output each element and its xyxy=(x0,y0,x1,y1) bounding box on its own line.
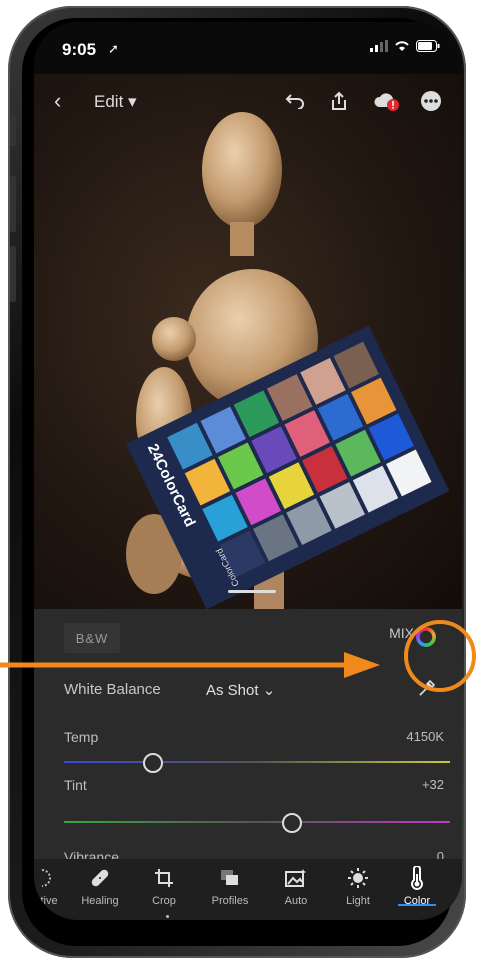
cloud-sync-warning-icon[interactable] xyxy=(374,88,400,114)
undo-icon[interactable] xyxy=(282,88,308,114)
bandage-icon xyxy=(89,863,111,893)
temp-label: Temp xyxy=(64,729,99,745)
temp-slider-track[interactable] xyxy=(64,761,450,763)
app-screen: 9:05 ➚ 24ColorCard ColorCard ‹ Edit ▾ B&… xyxy=(34,22,462,920)
photo-preview[interactable]: 24ColorCard ColorCard xyxy=(34,74,462,609)
temp-value: 4150K xyxy=(406,729,444,744)
tint-label: Tint xyxy=(64,777,87,793)
bw-button[interactable]: B&W xyxy=(64,623,120,653)
thermometer-icon xyxy=(410,863,424,893)
chevron-down-icon: ⌄ xyxy=(262,682,276,699)
tab-auto-label: Auto xyxy=(284,895,308,907)
crop-tab-dot xyxy=(166,915,169,918)
annotation-arrow xyxy=(0,652,380,678)
back-icon[interactable]: ‹ xyxy=(54,88,61,114)
white-balance-dropdown[interactable]: As Shot ⌄ xyxy=(206,681,275,699)
mannequin-photo: 24ColorCard ColorCard xyxy=(126,112,450,609)
volume-down-button xyxy=(10,246,16,302)
tab-crop-label: Crop xyxy=(152,895,176,907)
profiles-icon xyxy=(220,863,240,893)
auto-icon xyxy=(285,863,307,893)
tab-light-label: Light xyxy=(346,895,370,907)
tab-profiles[interactable]: Profiles xyxy=(200,859,260,920)
wifi-icon xyxy=(395,41,409,51)
location-icon: ➚ xyxy=(108,41,119,56)
tint-slider-track[interactable] xyxy=(64,821,450,823)
white-balance-value: As Shot xyxy=(206,682,259,699)
tab-auto[interactable]: Auto xyxy=(270,859,322,920)
crop-icon xyxy=(154,863,174,893)
edit-menu[interactable]: Edit ▾ xyxy=(94,92,137,112)
temp-slider-thumb[interactable] xyxy=(142,753,163,773)
color-panel: B&W MIX White Balance As Shot ⌄ Temp 415… xyxy=(34,609,462,873)
tab-profiles-label: Profiles xyxy=(211,895,249,907)
panel-drag-handle[interactable] xyxy=(228,590,276,593)
white-balance-label: White Balance xyxy=(64,681,161,698)
battery-icon xyxy=(416,40,440,52)
status-time: 9:05 xyxy=(62,40,97,59)
tint-value: +32 xyxy=(421,777,444,792)
signal-icon xyxy=(370,40,388,52)
more-options-icon[interactable] xyxy=(418,88,444,114)
sun-icon xyxy=(347,863,369,893)
volume-up-button xyxy=(10,176,16,232)
share-icon[interactable] xyxy=(326,88,352,114)
tab-healing[interactable]: Healing xyxy=(72,859,128,920)
active-tab-indicator xyxy=(398,904,436,906)
selective-icon xyxy=(42,863,56,893)
top-toolbar: ‹ Edit ▾ xyxy=(34,74,462,130)
status-bar: 9:05 ➚ xyxy=(34,22,462,74)
tab-light[interactable]: Light xyxy=(332,859,384,920)
tab-crop[interactable]: Crop xyxy=(136,859,192,920)
tab-selective[interactable]: tive xyxy=(34,859,64,920)
tint-slider-thumb[interactable] xyxy=(281,813,302,833)
mute-switch xyxy=(10,116,16,146)
annotation-circle xyxy=(404,620,476,692)
tab-selective-label: tive xyxy=(40,895,58,907)
tab-healing-label: Healing xyxy=(81,895,119,907)
tab-color[interactable]: Color xyxy=(394,859,440,920)
bottom-toolbar: tive Healing Crop Profiles Auto Light Co… xyxy=(34,859,462,920)
